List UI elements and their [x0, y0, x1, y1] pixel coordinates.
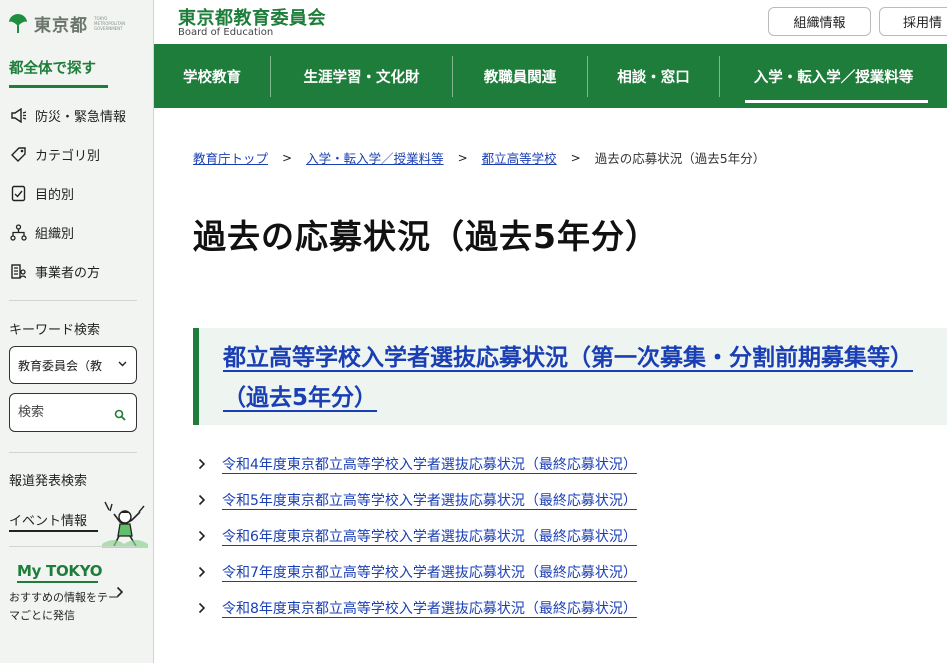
mytokyo-description[interactable]: おすすめの情報をテーマごとに発信 [9, 589, 119, 625]
chevron-right-icon [198, 494, 208, 506]
sidebar-heading: 都全体で探す [9, 61, 96, 77]
list-link[interactable]: 令和8年度東京都立高等学校入学者選抜応募状況（最終応募状況） [222, 598, 637, 618]
search-input[interactable] [10, 394, 105, 431]
checklist-icon [10, 185, 27, 202]
breadcrumb-link-top[interactable]: 教育庁トップ [193, 148, 268, 167]
breadcrumb-link-high-school[interactable]: 都立高等学校 [482, 148, 557, 167]
org-chart-icon [10, 223, 27, 241]
megaphone-icon [10, 107, 27, 124]
ginkgo-logo-icon [9, 14, 27, 33]
sidebar-item-label: 防災・緊急情報 [35, 109, 127, 125]
sidebar-item-organization[interactable]: 組織別 [10, 222, 74, 242]
sidebar-item-label: 目的別 [35, 187, 75, 203]
event-info-underline [9, 530, 98, 532]
tag-icon [10, 146, 27, 163]
search-scope-select[interactable]: 教育委員会（教 [9, 346, 137, 384]
search-icon[interactable] [114, 406, 126, 425]
sidebar-item-disaster[interactable]: 防災・緊急情報 [10, 105, 126, 125]
keyword-search-label: キーワード検索 [9, 323, 101, 338]
nav-item-staff[interactable]: 教職員関連 [453, 44, 587, 108]
section-heading-text: 都立高等学校入学者選抜応募状況（第一次募集・分割前期募集等）（過去5年分） [223, 345, 913, 411]
list-item[interactable]: 令和6年度東京都立高等学校入学者選抜応募状況（最終応募状況） [198, 524, 637, 548]
chevron-right-icon[interactable] [116, 583, 124, 602]
list-item[interactable]: 令和7年度東京都立高等学校入学者選抜応募状況（最終応募状況） [198, 560, 637, 584]
mytokyo-underline [17, 581, 98, 583]
sidebar-item-business[interactable]: 事業者の方 [10, 261, 100, 281]
list-link[interactable]: 令和5年度東京都立高等学校入学者選抜応募状況（最終応募状況） [222, 490, 637, 510]
nav-item-consultation[interactable]: 相談・窓口 [588, 44, 719, 108]
nav-item-school-education[interactable]: 学校教育 [154, 44, 270, 108]
list-item[interactable]: 令和5年度東京都立高等学校入学者選抜応募状況（最終応募状況） [198, 488, 637, 512]
business-icon [10, 263, 27, 280]
recruitment-info-button[interactable]: 採用情 [879, 7, 947, 36]
global-nav: 学校教育 生涯学習・文化財 教職員関連 相談・窓口 入学・転入学／授業料等 [154, 44, 947, 108]
list-link[interactable]: 令和4年度東京都立高等学校入学者選抜応募状況（最終応募状況） [222, 454, 637, 474]
chevron-right-icon [198, 566, 208, 578]
tokyo-logo[interactable]: 東京都 TOKYO METROPOLITAN GOVERNMENT [8, 10, 128, 36]
list-item[interactable]: 令和8年度東京都立高等学校入学者選抜応募状況（最終応募状況） [198, 596, 637, 620]
event-info-link[interactable]: イベント情報 [9, 510, 87, 529]
section-heading-link[interactable]: 都立高等学校入学者選抜応募状況（第一次募集・分割前期募集等）（過去5年分） [223, 338, 933, 418]
nav-item-admission[interactable]: 入学・転入学／授業料等 [720, 44, 947, 108]
organization-info-button[interactable]: 組織情報 [768, 7, 871, 36]
logo-sub: TOKYO METROPOLITAN GOVERNMENT [94, 15, 126, 31]
search-scope-value: 教育委員会（教 [18, 358, 103, 373]
site-subtitle: Board of Education [178, 27, 274, 38]
sidebar-item-label: 組織別 [35, 226, 75, 242]
breadcrumb: 教育庁トップ > 入学・転入学／授業料等 > 都立高等学校 > 過去の応募状況（… [193, 148, 765, 167]
chevron-right-icon [198, 602, 208, 614]
sidebar-item-label: 事業者の方 [35, 265, 101, 281]
chevron-right-icon: > [570, 150, 581, 165]
nav-active-indicator [745, 100, 928, 103]
search-box [9, 393, 137, 432]
list-link[interactable]: 令和6年度東京都立高等学校入学者選抜応募状況（最終応募状況） [222, 526, 637, 546]
list-item[interactable]: 令和4年度東京都立高等学校入学者選抜応募状況（最終応募状況） [198, 452, 637, 476]
chevron-right-icon: > [457, 150, 468, 165]
sidebar-divider [9, 452, 137, 453]
event-illustration-icon [102, 501, 148, 548]
logo-text: 東京都 [34, 15, 88, 36]
sidebar-item-category[interactable]: カテゴリ別 [10, 144, 100, 164]
nav-item-lifelong-learning[interactable]: 生涯学習・文化財 [271, 44, 452, 108]
sidebar: 東京都 TOKYO METROPOLITAN GOVERNMENT 都全体で探す… [0, 0, 154, 663]
sidebar-divider [9, 300, 137, 301]
chevron-right-icon [198, 458, 208, 470]
press-release-search-link[interactable]: 報道発表検索 [9, 470, 87, 489]
breadcrumb-link-admission[interactable]: 入学・転入学／授業料等 [306, 148, 444, 167]
sidebar-item-purpose[interactable]: 目的別 [10, 183, 74, 203]
breadcrumb-current: 過去の応募状況（過去5年分） [594, 151, 766, 166]
mytokyo-logo[interactable]: My TOKYO [17, 562, 103, 580]
page-title: 過去の応募状況（過去5年分） [193, 217, 659, 256]
chevron-down-icon [118, 359, 127, 370]
sidebar-divider [9, 546, 137, 547]
list-link[interactable]: 令和7年度東京都立高等学校入学者選抜応募状況（最終応募状況） [222, 562, 637, 582]
chevron-right-icon [198, 530, 208, 542]
chevron-right-icon: > [282, 150, 293, 165]
sidebar-heading-underline [9, 85, 108, 88]
sidebar-item-label: カテゴリ別 [35, 148, 101, 164]
